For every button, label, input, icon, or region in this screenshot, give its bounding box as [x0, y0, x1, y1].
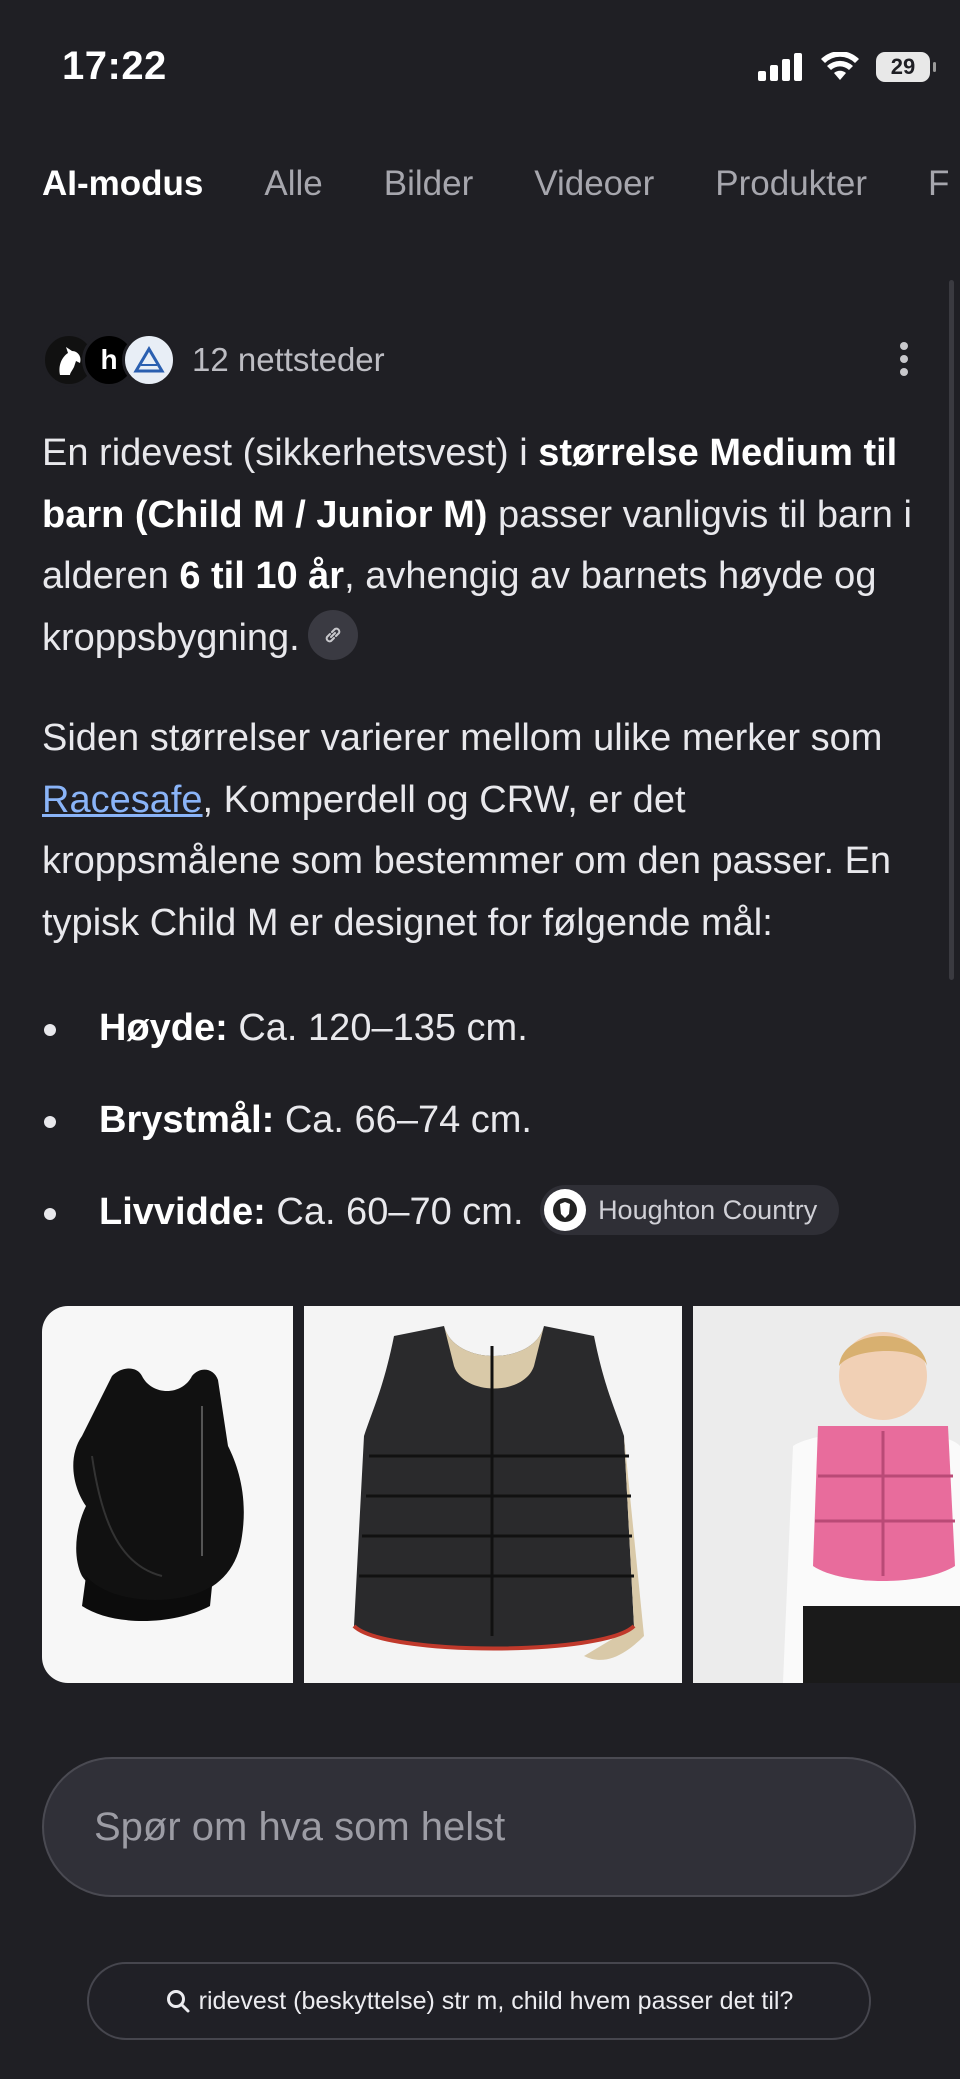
query-chip[interactable]: ridevest (beskyttelse) str m, child hvem… [87, 1962, 871, 2040]
search-icon [166, 1990, 190, 2013]
racesafe-link[interactable]: Racesafe [42, 779, 203, 821]
pink-vest-child-image[interactable] [693, 1306, 960, 1683]
battery-icon: 29 [876, 52, 936, 82]
racesafe-vest-image[interactable] [304, 1306, 682, 1683]
wifi-icon [821, 52, 859, 80]
source-chip-houghton[interactable]: Houghton Country [540, 1184, 840, 1235]
source-triangle-logo-icon [122, 333, 176, 387]
scrollbar[interactable] [949, 280, 954, 980]
tab-all[interactable]: Alle [264, 164, 322, 204]
tab-images[interactable]: Bilder [384, 164, 473, 204]
battery-level: 29 [890, 54, 916, 79]
status-time: 17:22 [62, 44, 167, 88]
measurement-list: Høyde: Ca. 120–135 cm. Brystmål: Ca. 66–… [42, 998, 942, 1274]
black-vest-image[interactable] [42, 1306, 293, 1683]
status-icons: 29 [758, 52, 936, 82]
search-tabs: AI-modus Alle Bilder Videoer Produkter F [42, 164, 949, 204]
signal-icon [758, 53, 802, 81]
sources-count: 12 nettsteder [192, 341, 385, 378]
tab-products[interactable]: Produkter [715, 164, 867, 204]
more-options-icon[interactable] [900, 342, 908, 376]
tab-more[interactable]: F [928, 164, 949, 204]
source-chip-label: Houghton Country [598, 1194, 818, 1225]
tab-ai-mode[interactable]: AI-modus [42, 164, 203, 204]
houghton-logo-icon [544, 1188, 587, 1231]
sources-row[interactable]: h 12 nettsteder [42, 333, 385, 387]
list-item: Livvidde: Ca. 60–70 cm. Houghton Country [42, 1182, 942, 1274]
answer-paragraph-1: En ridevest (sikkerhetsvest) i størrelse… [42, 432, 912, 661]
list-item: Høyde: Ca. 120–135 cm. [42, 998, 942, 1090]
answer-paragraph-2: Siden størrelser varierer mellom ulike m… [42, 717, 892, 944]
link-citation-icon[interactable] [307, 610, 358, 661]
ask-placeholder: Spør om hva som helst [94, 1805, 506, 1849]
list-item: Brystmål: Ca. 66–74 cm. [42, 1090, 942, 1182]
ask-input[interactable]: Spør om hva som helst [42, 1757, 916, 1897]
query-chip-text: ridevest (beskyttelse) str m, child hvem… [198, 1986, 794, 2015]
tab-videos[interactable]: Videoer [534, 164, 654, 204]
